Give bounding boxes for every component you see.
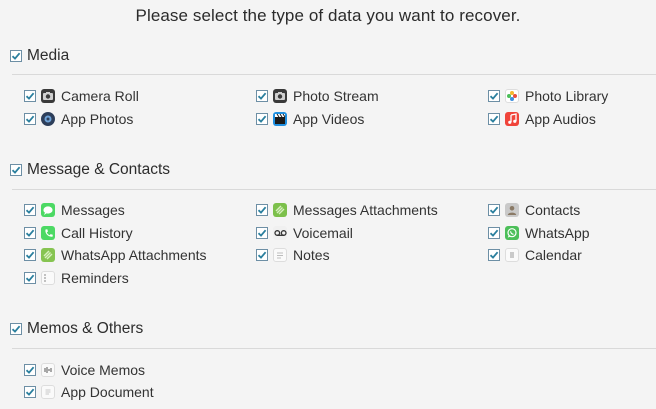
item-whatsapp-attachments[interactable]: WhatsApp Attachments bbox=[24, 247, 207, 263]
app-photos-icon bbox=[41, 112, 55, 126]
item-contacts[interactable]: Contacts bbox=[488, 202, 580, 218]
app-audios-label: App Audios bbox=[525, 111, 596, 127]
reminders-checkbox[interactable] bbox=[24, 272, 36, 284]
voicemail-label: Voicemail bbox=[293, 225, 353, 241]
item-call-history[interactable]: Call History bbox=[24, 225, 133, 241]
app-photos-checkbox[interactable] bbox=[24, 113, 36, 125]
app-photos-label: App Photos bbox=[61, 111, 134, 127]
app-audios-checkbox[interactable] bbox=[488, 113, 500, 125]
waveform-icon bbox=[41, 363, 55, 377]
contacts-label: Contacts bbox=[525, 202, 581, 218]
camera-icon bbox=[41, 89, 55, 103]
item-photo-stream[interactable]: Photo Stream bbox=[256, 88, 379, 104]
section-media[interactable]: Media bbox=[10, 47, 69, 65]
camera-icon bbox=[273, 89, 287, 103]
photo-stream-label: Photo Stream bbox=[293, 88, 379, 104]
calendar-icon bbox=[505, 248, 519, 262]
voice-memos-label: Voice Memos bbox=[61, 362, 146, 378]
page-title: Please select the type of data you want … bbox=[135, 6, 521, 25]
photo-library-checkbox[interactable] bbox=[488, 90, 500, 102]
reminders-list-icon bbox=[41, 271, 55, 285]
photo-stream-checkbox[interactable] bbox=[256, 90, 268, 102]
messages-attachments-label: Messages Attachments bbox=[293, 202, 438, 218]
photo-library-label: Photo Library bbox=[525, 88, 609, 104]
messages-checkbox[interactable] bbox=[24, 204, 36, 216]
item-reminders[interactable]: Reminders bbox=[24, 270, 129, 286]
item-messages-attachments[interactable]: Messages Attachments bbox=[256, 202, 438, 218]
item-voice-memos[interactable]: Voice Memos bbox=[24, 362, 145, 378]
call-history-label: Call History bbox=[61, 225, 133, 241]
item-camera-roll[interactable]: Camera Roll bbox=[24, 88, 139, 104]
whatsapp-attachments-checkbox[interactable] bbox=[24, 249, 36, 261]
app-document-checkbox[interactable] bbox=[24, 386, 36, 398]
camera-roll-label: Camera Roll bbox=[61, 88, 139, 104]
reminders-label: Reminders bbox=[61, 270, 129, 286]
messages-divider bbox=[12, 189, 656, 190]
item-app-document[interactable]: App Document bbox=[24, 384, 154, 400]
messages-label: Messages bbox=[61, 202, 125, 218]
clapperboard-icon bbox=[273, 112, 287, 126]
document-icon bbox=[41, 385, 55, 399]
section-media-label: Media bbox=[27, 47, 70, 64]
contact-person-icon bbox=[505, 203, 519, 217]
section-messages-label: Message & Contacts bbox=[27, 161, 171, 178]
call-history-checkbox[interactable] bbox=[24, 227, 36, 239]
item-app-photos[interactable]: App Photos bbox=[24, 111, 133, 127]
voicemail-checkbox[interactable] bbox=[256, 227, 268, 239]
attachment-icon bbox=[273, 203, 287, 217]
item-messages[interactable]: Messages bbox=[24, 202, 125, 218]
voice-memos-checkbox[interactable] bbox=[24, 364, 36, 376]
whatsapp-icon bbox=[505, 226, 519, 240]
item-app-audios[interactable]: App Audios bbox=[488, 111, 596, 127]
whatsapp-attachments-label: WhatsApp Attachments bbox=[61, 247, 207, 263]
media-checkbox[interactable] bbox=[10, 50, 22, 62]
phone-icon bbox=[41, 226, 55, 240]
media-divider bbox=[12, 74, 656, 75]
calendar-label: Calendar bbox=[525, 247, 582, 263]
section-messages[interactable]: Message & Contacts bbox=[10, 161, 170, 179]
item-whatsapp[interactable]: WhatsApp bbox=[488, 225, 590, 241]
item-calendar[interactable]: Calendar bbox=[488, 247, 582, 263]
item-app-videos[interactable]: App Videos bbox=[256, 111, 364, 127]
music-note-icon bbox=[505, 112, 519, 126]
attachment-icon bbox=[41, 248, 55, 262]
app-videos-label: App Videos bbox=[293, 111, 365, 127]
app-document-label: App Document bbox=[61, 384, 154, 400]
memos-section-checkbox[interactable] bbox=[10, 323, 22, 335]
contacts-checkbox[interactable] bbox=[488, 204, 500, 216]
notes-icon bbox=[273, 248, 287, 262]
whatsapp-label: WhatsApp bbox=[525, 225, 590, 241]
notes-label: Notes bbox=[293, 247, 330, 263]
section-memos-label: Memos & Others bbox=[27, 320, 144, 337]
section-memos[interactable]: Memos & Others bbox=[10, 320, 143, 338]
messages-attachments-checkbox[interactable] bbox=[256, 204, 268, 216]
item-photo-library[interactable]: Photo Library bbox=[488, 88, 608, 104]
voicemail-icon bbox=[273, 226, 287, 240]
item-voicemail[interactable]: Voicemail bbox=[256, 225, 353, 241]
photos-flower-icon bbox=[505, 89, 519, 103]
camera-roll-checkbox[interactable] bbox=[24, 90, 36, 102]
item-notes[interactable]: Notes bbox=[256, 247, 330, 263]
whatsapp-checkbox[interactable] bbox=[488, 227, 500, 239]
notes-checkbox[interactable] bbox=[256, 249, 268, 261]
calendar-checkbox[interactable] bbox=[488, 249, 500, 261]
app-videos-checkbox[interactable] bbox=[256, 113, 268, 125]
memos-divider bbox=[12, 348, 656, 349]
messages-section-checkbox[interactable] bbox=[10, 164, 22, 176]
speech-bubble-icon bbox=[41, 203, 55, 217]
